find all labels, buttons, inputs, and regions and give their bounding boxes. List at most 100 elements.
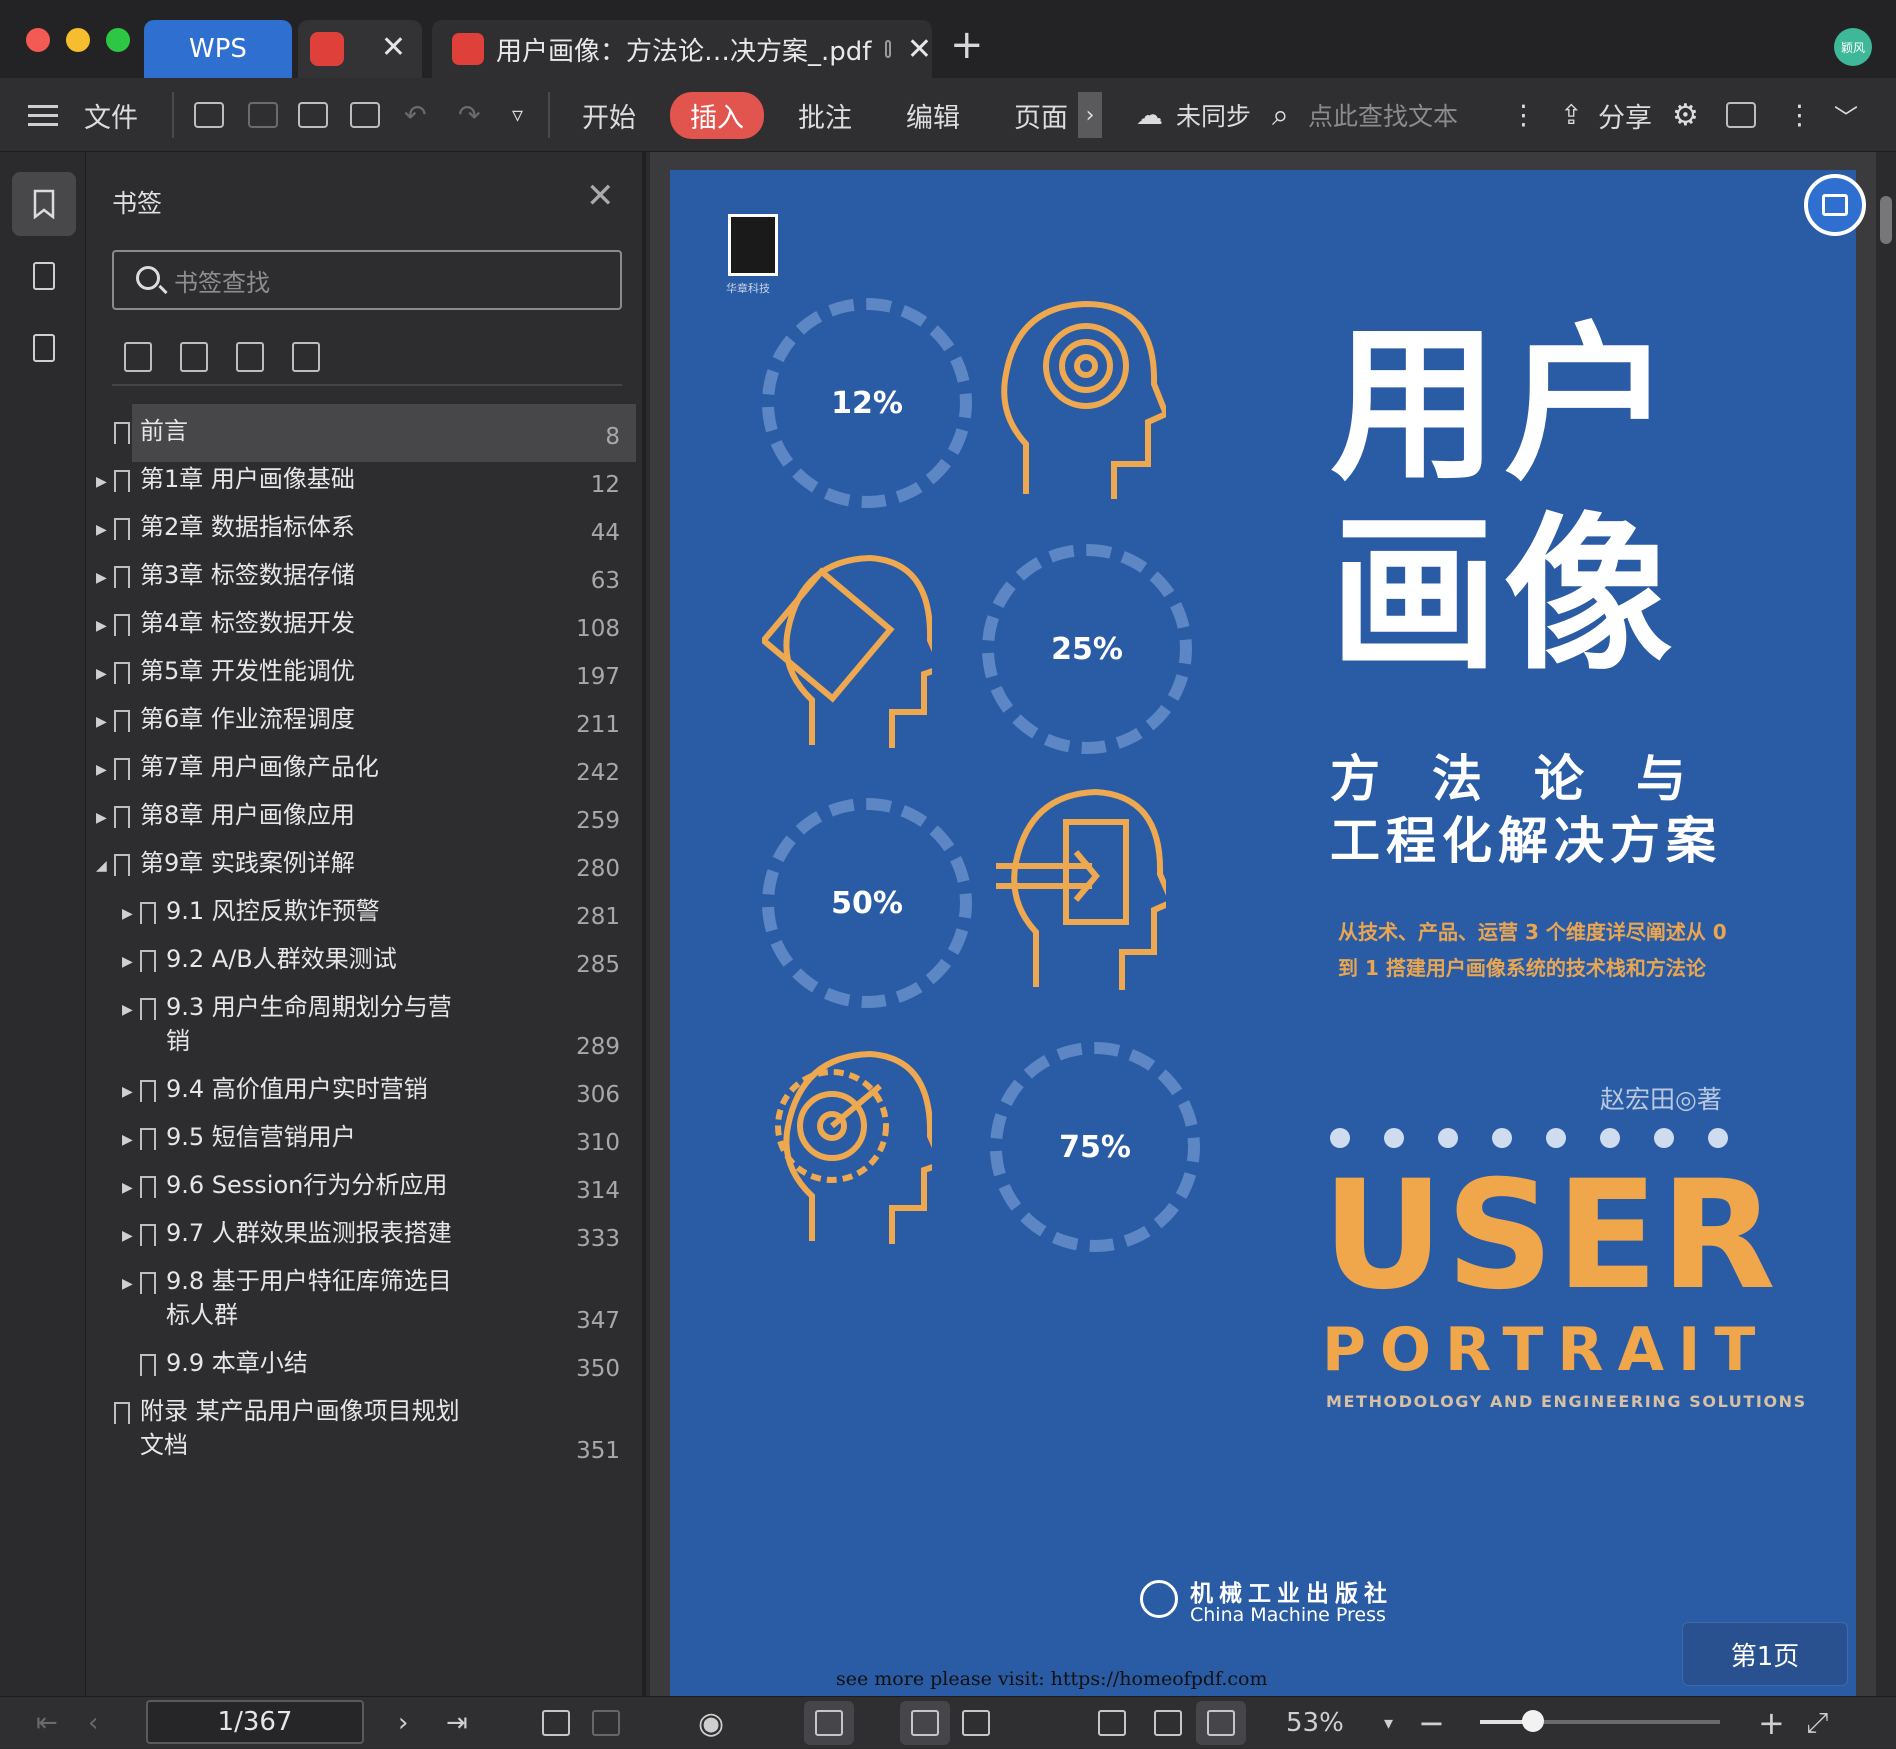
- file-menu[interactable]: 文件: [84, 78, 138, 152]
- zoom-slider[interactable]: [1480, 1720, 1720, 1724]
- remove-bookmark-icon[interactable]: [292, 342, 320, 372]
- hamburger-menu-icon[interactable]: [28, 78, 58, 152]
- collapse-toolbar-icon[interactable]: ﹀: [1834, 78, 1858, 152]
- bookmark-search-input[interactable]: 书签查找: [112, 250, 622, 310]
- floating-tool-button[interactable]: [1804, 174, 1866, 236]
- expand-arrow-icon[interactable]: ▶: [122, 1002, 133, 1018]
- chevron-down-icon[interactable]: ▿: [512, 78, 523, 152]
- bookmark-page-number: 211: [576, 712, 620, 738]
- more-options-icon[interactable]: ⋮: [1786, 78, 1813, 152]
- tab-document[interactable]: 用户画像：方法论…决方案_.pdf ✕: [432, 20, 932, 78]
- redo-icon[interactable]: ↷: [458, 78, 481, 152]
- cloud-icon[interactable]: ☁: [1136, 78, 1163, 152]
- signature-panel-button[interactable]: [12, 316, 76, 380]
- expand-arrow-icon[interactable]: ▶: [122, 1228, 133, 1244]
- actual-size-icon[interactable]: [1098, 1710, 1126, 1736]
- expand-arrow-icon[interactable]: ▶: [96, 714, 107, 730]
- expand-arrow-icon[interactable]: ▶: [96, 666, 107, 682]
- expand-arrow-icon[interactable]: ▶: [122, 1084, 133, 1100]
- bookmark-panel-button[interactable]: [12, 172, 76, 236]
- avatar[interactable]: 颖风: [1834, 28, 1872, 66]
- save-icon[interactable]: [248, 102, 278, 128]
- share-icon[interactable]: ⇪: [1560, 78, 1583, 152]
- cover-subtitle: 方法论与 工程化解决方案: [1330, 748, 1750, 872]
- new-tab-button[interactable]: +: [950, 22, 984, 68]
- fit-page-icon[interactable]: [1154, 1710, 1182, 1736]
- tab-wps-home[interactable]: WPS: [144, 20, 292, 78]
- close-icon[interactable]: ✕: [586, 176, 615, 216]
- window-close-button[interactable]: [26, 28, 50, 52]
- comment-icon[interactable]: [1726, 102, 1756, 128]
- panel-title: 书签: [112, 189, 163, 218]
- bookmark-label: 9.6 Session行为分析应用: [166, 1171, 448, 1199]
- expand-arrow-icon[interactable]: ▶: [96, 522, 107, 538]
- window-minimize-button[interactable]: [66, 28, 90, 52]
- next-page-icon[interactable]: ›: [398, 1697, 408, 1749]
- expand-arrow-icon[interactable]: ▶: [96, 618, 107, 634]
- bookmark-item[interactable]: ▶ 9.3 用户生命周期划分与营销 289: [86, 980, 646, 1072]
- two-page-icon[interactable]: [962, 1710, 990, 1736]
- expand-arrow-icon[interactable]: ▶: [122, 1276, 133, 1292]
- fit-width-icon[interactable]: [804, 1701, 854, 1745]
- collapse-arrow-icon[interactable]: ◢: [96, 858, 107, 874]
- zoom-out-icon[interactable]: −: [1418, 1697, 1445, 1749]
- sync-status[interactable]: 未同步: [1176, 78, 1251, 152]
- prev-page-icon[interactable]: ‹: [88, 1697, 98, 1749]
- bookmark-page-number: 108: [576, 616, 620, 642]
- fullscreen-icon[interactable]: ⤢: [1806, 1697, 1828, 1749]
- last-page-icon[interactable]: ⇥: [446, 1697, 468, 1749]
- open-folder-icon[interactable]: [194, 102, 224, 128]
- settings-icon[interactable]: ⚙: [1672, 78, 1699, 152]
- bookmark-item[interactable]: ▶ 9.8 基于用户特征库筛选目 标人群 347: [86, 1254, 646, 1346]
- vertical-dots-icon[interactable]: ⋮: [1510, 78, 1537, 152]
- bookmark-icon: [114, 1402, 130, 1424]
- expand-arrow-icon[interactable]: ▶: [96, 762, 107, 778]
- bookmark-label: 9.1 风控反欺诈预警: [166, 897, 380, 925]
- more-tabs-button[interactable]: ›: [1078, 92, 1102, 138]
- eye-icon[interactable]: ◉: [698, 1697, 724, 1749]
- expand-arrow-icon[interactable]: ▶: [96, 474, 107, 490]
- tab-edit[interactable]: 编辑: [906, 78, 960, 152]
- add-bookmark-icon[interactable]: [236, 342, 264, 372]
- zoom-slider-handle[interactable]: [1521, 1710, 1544, 1732]
- tab-page[interactable]: 页面: [1014, 78, 1068, 152]
- print-preview-icon[interactable]: [350, 102, 380, 128]
- undo-icon[interactable]: ↶: [404, 78, 427, 152]
- window-zoom-button[interactable]: [106, 28, 130, 52]
- bookmark-item[interactable]: 附录 某产品用户画像项目规划 文档 351: [86, 1384, 646, 1476]
- zoom-dropdown-icon[interactable]: ▾: [1384, 1697, 1393, 1749]
- expand-arrow-icon[interactable]: ▶: [122, 1180, 133, 1196]
- expand-arrow-icon[interactable]: ▶: [122, 954, 133, 970]
- back-icon[interactable]: [542, 1710, 570, 1736]
- expand-arrow-icon[interactable]: ▶: [96, 570, 107, 586]
- tab-insert[interactable]: 插入: [670, 91, 764, 139]
- print-icon[interactable]: [298, 102, 328, 128]
- zoom-in-icon[interactable]: +: [1758, 1697, 1785, 1749]
- pdf-page-cover: 华章科技 12% 25% 50% 75% 用户 画像 方法论与 工程化解决方案 …: [670, 170, 1856, 1696]
- zoom-level[interactable]: 53%: [1286, 1697, 1344, 1749]
- monitor-icon[interactable]: [885, 40, 891, 58]
- page-number-input[interactable]: 1/367: [146, 1700, 364, 1744]
- page-indicator-chip: 第1页: [1682, 1622, 1848, 1686]
- collapse-all-icon[interactable]: [180, 342, 208, 372]
- close-icon[interactable]: ✕: [381, 30, 406, 65]
- scrollbar-thumb[interactable]: [1880, 196, 1892, 244]
- thumbnail-panel-button[interactable]: [12, 244, 76, 308]
- tab-start[interactable]: 开始: [582, 78, 636, 152]
- tab-annotate[interactable]: 批注: [798, 78, 852, 152]
- expand-arrow-icon[interactable]: ▶: [122, 1132, 133, 1148]
- bookmark-page-number: 63: [590, 568, 620, 594]
- expand-arrow-icon[interactable]: ▶: [122, 906, 133, 922]
- close-tab-icon[interactable]: ✕: [907, 32, 932, 67]
- share-button[interactable]: 分享: [1598, 78, 1652, 152]
- vertical-scrollbar[interactable]: [1876, 152, 1896, 1696]
- document-viewport[interactable]: 华章科技 12% 25% 50% 75% 用户 画像 方法论与 工程化解决方案 …: [650, 152, 1876, 1696]
- tab-pdf-app[interactable]: ✕: [298, 20, 422, 78]
- text-search-field[interactable]: 点此查找文本: [1308, 78, 1458, 152]
- single-page-icon[interactable]: [900, 1701, 950, 1745]
- forward-icon[interactable]: [592, 1710, 620, 1736]
- first-page-icon[interactable]: ⇤: [36, 1697, 58, 1749]
- rotate-icon[interactable]: [1196, 1701, 1246, 1745]
- expand-all-icon[interactable]: [124, 342, 152, 372]
- expand-arrow-icon[interactable]: ▶: [96, 810, 107, 826]
